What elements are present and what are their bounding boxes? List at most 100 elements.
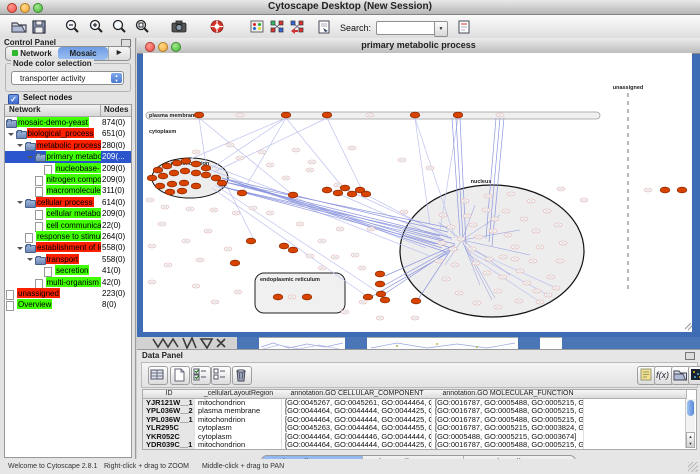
node-selected[interactable]: [363, 294, 373, 300]
unselect-attributes-icon[interactable]: [211, 366, 231, 385]
node-selected[interactable]: [179, 180, 189, 186]
window-resize-grip[interactable]: [685, 323, 692, 330]
table-cell[interactable]: YKR052C: [143, 433, 195, 441]
tree-row-cell-communicat[interactable]: cell communicat22(0): [5, 220, 131, 231]
table-cell[interactable]: [GO:0016787, GO:0005215, GO:0003824, G..…: [432, 424, 584, 432]
table-cell[interactable]: plasma membrane: [195, 407, 282, 415]
node-selected[interactable]: [361, 191, 371, 197]
node-selected[interactable]: [181, 158, 191, 164]
node-selected[interactable]: [376, 291, 386, 297]
node-selected[interactable]: [322, 112, 332, 118]
zoom-out-icon[interactable]: [63, 18, 81, 35]
node-selected[interactable]: [201, 172, 211, 178]
tree-row-metabolic-process[interactable]: metabolic process280(0): [5, 140, 131, 151]
table-cell[interactable]: [GO:0045267, GO:0045261, GO:0044464, G..…: [282, 399, 432, 407]
background-window-edge[interactable]: [518, 337, 540, 349]
grid-icon[interactable]: [148, 366, 168, 385]
tree-row-overview[interactable]: Overview8(0): [5, 299, 131, 310]
tree-row-cellular-metabo[interactable]: cellular metabo209(0): [5, 208, 131, 219]
tab-overflow-arrow[interactable]: ▶: [108, 47, 129, 60]
table-cell[interactable]: mitochondrion: [195, 399, 282, 407]
layout-network-icon[interactable]: [268, 18, 286, 35]
table-cell[interactable]: YPL036W__1: [143, 416, 195, 424]
table-cell[interactable]: YDR039C__1: [143, 441, 195, 449]
table-cell[interactable]: [GO:0016787, GO:0005488, GO:0005215, G..…: [432, 407, 584, 415]
tree-row-biological-process[interactable]: biological_process651(0): [5, 128, 131, 139]
table-cell[interactable]: [GO:0016787, GO:0005488, GO:0005215, G..…: [432, 399, 584, 407]
node-selected[interactable]: [211, 175, 221, 181]
search-input[interactable]: [376, 21, 436, 35]
expand-arrow-icon[interactable]: [17, 144, 23, 147]
node-selected[interactable]: [153, 167, 163, 173]
zoom-fit-icon[interactable]: [110, 18, 128, 35]
resize-grip[interactable]: [688, 462, 698, 472]
table-cell[interactable]: YLR295C: [143, 424, 195, 432]
open-icon[interactable]: [10, 18, 28, 35]
tree-row-mosaic-demo-yeast[interactable]: mosaic-demo-yeast874(0): [5, 117, 131, 128]
node-selected[interactable]: [279, 243, 289, 249]
node-selected[interactable]: [288, 192, 298, 198]
table-cell[interactable]: [GO:0045263, GO:0044464, GO:0044455, G..…: [282, 424, 432, 432]
node-selected[interactable]: [410, 112, 420, 118]
node-selected[interactable]: [191, 170, 201, 176]
node-selected[interactable]: [169, 170, 179, 176]
expand-arrow-icon[interactable]: [27, 156, 33, 159]
search-dropdown-arrow[interactable]: ▼: [434, 21, 448, 37]
scrollbar-thumb[interactable]: [687, 400, 694, 416]
node-selected[interactable]: [194, 112, 204, 118]
node-selected[interactable]: [162, 163, 172, 169]
node-selected[interactable]: [237, 190, 247, 196]
network-canvas[interactable]: plasma membranecytoplasmmitochondrionnuc…: [143, 53, 692, 332]
tree-row-transport[interactable]: transport558(0): [5, 254, 131, 265]
background-window-edge[interactable]: [237, 337, 259, 349]
tree-row-primary-metabo[interactable]: primary metabo209(...: [5, 151, 131, 162]
vizmapper-icon[interactable]: [248, 18, 266, 35]
column-header[interactable]: _cellularLayoutRegion: [195, 390, 283, 399]
node-selected[interactable]: [347, 191, 357, 197]
node-selected[interactable]: [180, 168, 190, 174]
expand-arrow-icon[interactable]: [17, 201, 23, 204]
table-cell[interactable]: cytoplasm: [195, 424, 282, 432]
node-selected[interactable]: [411, 298, 421, 304]
table-cell[interactable]: YJR121W__1: [143, 399, 195, 407]
background-window-edge[interactable]: [345, 337, 367, 349]
data-panel-float-icon[interactable]: [685, 352, 695, 360]
tree-row-nucleobase-[interactable]: nucleobase-209(0): [5, 163, 131, 174]
node-selected[interactable]: [375, 281, 385, 287]
node-selected[interactable]: [217, 180, 227, 186]
table-cell[interactable]: [GO:0044464, GO:0044444, GO:0044425, G..…: [282, 441, 432, 449]
tree-row-macromolecule[interactable]: macromolecule311(0): [5, 185, 131, 196]
node-selected[interactable]: [281, 112, 291, 118]
trash-icon[interactable]: [232, 366, 252, 385]
column-header[interactable]: annotation.GO CELLULAR_COMPONENT: [282, 390, 433, 399]
node-selected[interactable]: [375, 271, 385, 277]
expand-arrow-icon[interactable]: [17, 247, 23, 250]
select-attributes-icon[interactable]: [191, 366, 211, 385]
node-selected[interactable]: [172, 160, 182, 166]
node-selected[interactable]: [177, 188, 187, 194]
filter-network-icon[interactable]: [288, 18, 306, 35]
node-selected[interactable]: [453, 112, 463, 118]
save-icon[interactable]: [30, 18, 48, 35]
table-cell[interactable]: [GO:0005488, GO:0005215, GO:0003674]: [432, 433, 584, 441]
tree-row-response-to-stimulu[interactable]: response to stimulu264(0): [5, 231, 131, 242]
node-selected[interactable]: [165, 189, 175, 195]
annotation-icon[interactable]: [455, 18, 473, 35]
node-selected[interactable]: [340, 185, 350, 191]
table-cell[interactable]: cytoplasm: [195, 433, 282, 441]
node-selected[interactable]: [158, 173, 168, 179]
table-cell[interactable]: [GO:0044464, GO:0044446, GO:0044444, G..…: [282, 433, 432, 441]
node-selected[interactable]: [660, 187, 670, 193]
node-selected[interactable]: [380, 297, 390, 303]
zoom-selected-icon[interactable]: [133, 18, 151, 35]
tree-row-establishment-of-lo[interactable]: establishment of lo558(0): [5, 242, 131, 253]
node-selected[interactable]: [322, 187, 332, 193]
tree-row-multi-organism-pro[interactable]: multi-organism pro42(0): [5, 277, 131, 288]
scrollbar-buttons[interactable]: ▲▼: [686, 432, 695, 448]
table-cell[interactable]: YPL036W__2: [143, 407, 195, 415]
matrix-icon[interactable]: [688, 366, 700, 385]
table-cell[interactable]: mitochondrion: [195, 416, 282, 424]
table-scrollbar[interactable]: ▲▼: [685, 399, 695, 448]
tree-row-secretion[interactable]: secretion41(0): [5, 265, 131, 276]
node-selected[interactable]: [230, 260, 240, 266]
